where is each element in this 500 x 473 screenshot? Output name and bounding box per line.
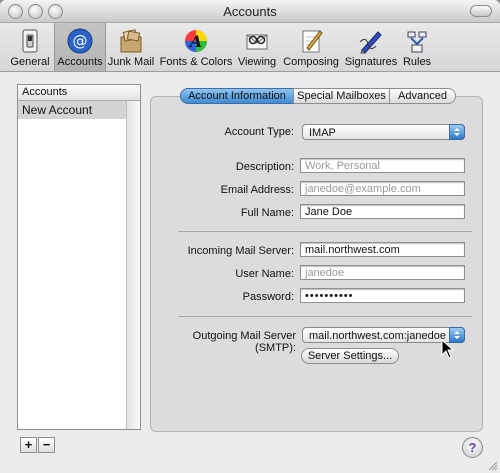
toolbar-signatures[interactable]: Signatures [344,23,398,71]
account-settings-panel [150,96,483,432]
outgoing-server-value: mail.northwest.com:janedoe [309,330,446,342]
toolbar-label: Viewing [237,56,277,68]
account-type-label: Account Type: [224,126,294,138]
incoming-server-label: Incoming Mail Server: [187,245,294,257]
toolbar-label: General [10,56,50,68]
toolbar-accounts[interactable]: @ Accounts [54,23,106,71]
email-address-field[interactable]: janedoe@example.com [300,181,465,196]
preferences-window: Accounts General @ Accounts Junk Mail A … [0,0,500,473]
fountain-pen-icon [359,31,382,54]
description-field[interactable]: Work, Personal [300,158,465,173]
title-bar: Accounts [0,0,500,23]
color-wheel-icon: A [185,30,207,52]
svg-text:A: A [188,32,202,51]
incoming-server-field[interactable]: mail.northwest.com [300,242,465,257]
toolbar-label: Junk Mail [107,56,155,68]
toolbar-toggle-button[interactable] [470,5,492,17]
full-name-label: Full Name: [240,207,294,219]
toolbar-viewing[interactable]: Viewing [236,23,278,71]
remove-account-button[interactable]: − [38,437,55,453]
toolbar-label: Fonts & Colors [159,56,233,68]
user-name-field[interactable]: janedoe [300,265,465,280]
toolbar-label: Composing [283,56,339,68]
tab-account-information[interactable]: Account Information [180,88,294,104]
tab-advanced[interactable]: Advanced [389,88,456,104]
account-type-value: IMAP [309,127,336,139]
password-label: Password: [242,291,294,303]
full-name-field[interactable]: Jane Doe [300,204,465,219]
toolbar-label: Accounts [57,56,103,68]
outgoing-server-label: Outgoing Mail Server (SMTP): [192,330,296,354]
resize-grip-icon[interactable] [488,461,498,471]
separator [178,231,472,232]
server-settings-button[interactable]: Server Settings... [301,348,399,364]
toolbar-general[interactable]: General [8,23,52,71]
list-item[interactable]: New Account [18,101,126,119]
eyeglasses-envelope-icon [246,34,268,50]
toolbar-label: Signatures [344,56,398,68]
rules-sorting-icon [407,31,427,53]
tab-special-mailboxes[interactable]: Special Mailboxes [293,88,390,104]
toolbar: General @ Accounts Junk Mail A Fonts & C… [0,23,500,72]
mouse-pointer-icon [441,339,455,359]
separator [178,316,472,317]
account-type-select[interactable]: IMAP [302,124,465,140]
toolbar-composing[interactable]: Composing [281,23,341,71]
toolbar-label: Rules [402,56,432,68]
toolbar-junk-mail[interactable]: Junk Mail [106,23,156,71]
email-address-label: Email Address: [220,184,294,196]
help-button[interactable]: ? [462,437,483,458]
accounts-list-scrollbar[interactable] [126,101,140,429]
user-name-label: User Name: [235,268,294,280]
description-label: Description: [235,161,294,173]
add-account-button[interactable]: + [20,437,37,453]
password-field[interactable]: •••••••••• [300,288,465,303]
pencil-paper-icon [302,30,323,53]
svg-text:@: @ [73,32,88,50]
junk-mail-box-icon [120,29,142,53]
toolbar-fonts-colors[interactable]: A Fonts & Colors [158,23,234,71]
accounts-list-header: Accounts [18,85,140,101]
popup-arrows-icon [449,124,465,140]
light-switch-icon [22,29,38,53]
window-title: Accounts [223,4,277,19]
toolbar-rules[interactable]: Rules [400,23,434,71]
at-sign-icon: @ [67,28,93,54]
accounts-list: Accounts New Account [17,84,141,430]
